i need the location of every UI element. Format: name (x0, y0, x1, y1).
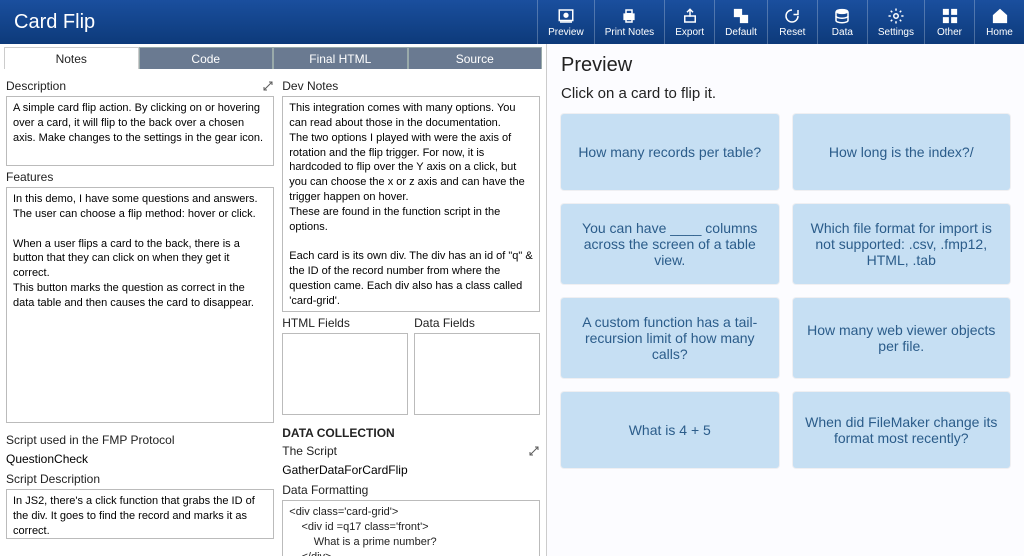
preview-button[interactable]: Preview (537, 0, 594, 44)
devnotes-textarea[interactable] (282, 96, 540, 312)
preview-icon (557, 7, 575, 25)
data-button[interactable]: Data (817, 0, 867, 44)
flip-card[interactable]: You can have ____ columns across the scr… (561, 204, 779, 284)
tab-final-html[interactable]: Final HTML (273, 47, 408, 69)
preview-instruction: Click on a card to flip it. (561, 85, 1010, 102)
features-textarea[interactable] (6, 187, 274, 423)
app-title: Card Flip (0, 11, 109, 34)
devnotes-label: Dev Notes (282, 79, 540, 93)
description-label: Description (6, 79, 274, 93)
data-icon (833, 7, 851, 25)
flip-card[interactable]: A custom function has a tail-recursion l… (561, 298, 779, 378)
expand-icon[interactable] (262, 80, 274, 92)
export-button[interactable]: Export (664, 0, 714, 44)
tab-bar: Notes Code Final HTML Source (4, 47, 542, 69)
data-collection-label: DATA COLLECTION (282, 426, 540, 440)
reset-button[interactable]: Reset (767, 0, 817, 44)
flip-card[interactable]: Which file format for import is not supp… (793, 204, 1011, 284)
preview-title: Preview (561, 54, 1010, 77)
script-used-input[interactable] (6, 450, 274, 468)
features-label: Features (6, 170, 274, 184)
flip-card[interactable]: How many records per table? (561, 114, 779, 190)
description-textarea[interactable] (6, 96, 274, 166)
the-script-input[interactable] (282, 461, 540, 479)
default-icon (732, 7, 750, 25)
data-fields-label: Data Fields (414, 316, 540, 330)
tab-source[interactable]: Source (408, 47, 543, 69)
data-formatting-label: Data Formatting (282, 483, 540, 497)
expand-icon[interactable] (528, 445, 540, 457)
flip-card[interactable]: What is 4 + 5 (561, 392, 779, 468)
preview-pane: Preview Click on a card to flip it. How … (547, 44, 1024, 556)
data-formatting-box[interactable]: <div class='card-grid'> <div id =q17 cla… (282, 500, 540, 556)
tab-code[interactable]: Code (139, 47, 274, 69)
data-fields-textarea[interactable] (414, 333, 540, 415)
the-script-label: The Script (282, 444, 540, 458)
export-icon (681, 7, 699, 25)
html-fields-label: HTML Fields (282, 316, 408, 330)
settings-button[interactable]: Settings (867, 0, 924, 44)
other-button[interactable]: Other (924, 0, 974, 44)
card-grid: How many records per table? How long is … (561, 114, 1010, 468)
home-icon (991, 7, 1009, 25)
app-header: Card Flip Preview Print Notes Export Def… (0, 0, 1024, 44)
flip-card[interactable]: When did FileMaker change its format mos… (793, 392, 1011, 468)
print-notes-button[interactable]: Print Notes (594, 0, 664, 44)
print-icon (620, 7, 638, 25)
other-icon (941, 7, 959, 25)
script-desc-label: Script Description (6, 472, 274, 486)
reset-icon (783, 7, 801, 25)
default-button[interactable]: Default (714, 0, 767, 44)
flip-card[interactable]: How long is the index?/ (793, 114, 1011, 190)
html-fields-textarea[interactable] (282, 333, 408, 415)
tab-notes[interactable]: Notes (4, 47, 139, 69)
script-used-label: Script used in the FMP Protocol (6, 433, 274, 447)
flip-card[interactable]: How many web viewer objects per file. (793, 298, 1011, 378)
home-button[interactable]: Home (974, 0, 1024, 44)
settings-icon (887, 7, 905, 25)
script-desc-textarea[interactable] (6, 489, 274, 539)
header-toolbar: Preview Print Notes Export Default Reset… (537, 0, 1024, 44)
